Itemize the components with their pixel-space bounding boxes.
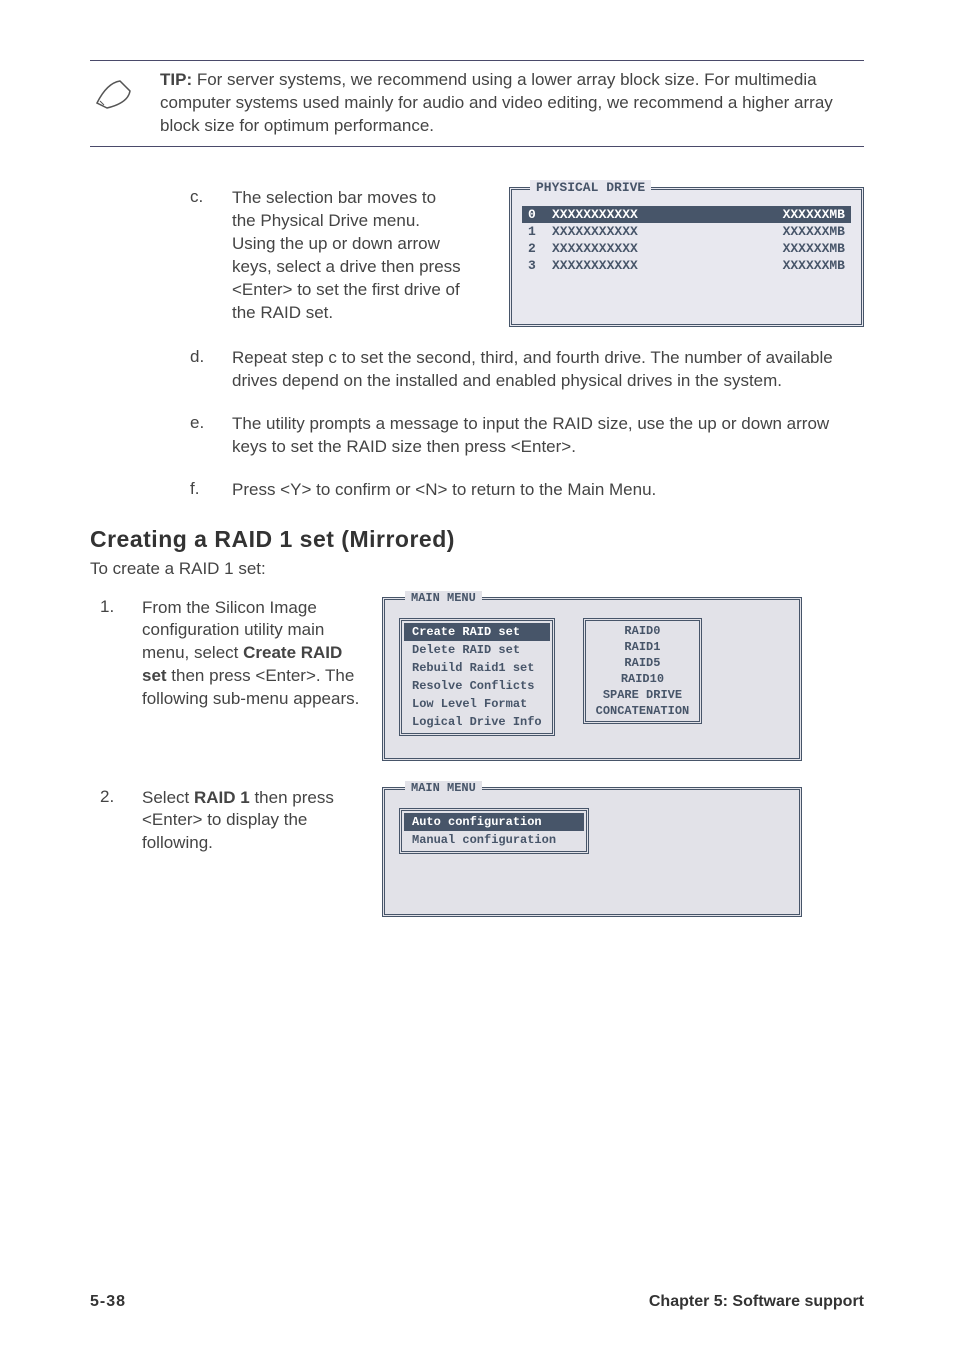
drive-index: 2: [528, 241, 544, 256]
menu-item[interactable]: Low Level Format: [404, 695, 550, 713]
pencil-icon: [90, 69, 140, 138]
panel-title: MAIN MENU: [405, 781, 482, 795]
drive-index: 3: [528, 258, 544, 273]
main-menu-panel-1: MAIN MENU Create RAID set Delete RAID se…: [382, 597, 802, 761]
step-f-row: f. Press <Y> to confirm or <N> to return…: [90, 479, 864, 502]
drive-size: XXXXXXMB: [783, 207, 845, 222]
main-menu-list: Create RAID set Delete RAID set Rebuild …: [399, 618, 555, 736]
page-footer: 5-38 Chapter 5: Software support: [90, 1293, 864, 1311]
raid-option[interactable]: RAID10: [588, 671, 698, 687]
raid-options-list: RAID0 RAID1 RAID5 RAID10 SPARE DRIVE CON…: [583, 618, 703, 724]
menu-item[interactable]: Rebuild Raid1 set: [404, 659, 550, 677]
raid-option[interactable]: RAID5: [588, 655, 698, 671]
drive-name: XXXXXXXXXXX: [544, 224, 783, 239]
menu-item-selected[interactable]: Auto configuration: [404, 813, 584, 831]
drive-row[interactable]: 2 XXXXXXXXXXX XXXXXXMB: [522, 240, 851, 257]
drive-index: 0: [528, 207, 544, 222]
menu-item[interactable]: Manual configuration: [404, 831, 584, 849]
step-letter: d.: [190, 347, 212, 393]
chapter-title: Chapter 5: Software support: [649, 1293, 864, 1311]
step-text: Select RAID 1 then press <Enter> to disp…: [142, 787, 362, 856]
step-text: The selection bar moves to the Physical …: [232, 187, 462, 325]
drive-row-selected[interactable]: 0 XXXXXXXXXXX XXXXXXMB: [522, 206, 851, 223]
physical-drive-panel: PHYSICAL DRIVE 0 XXXXXXXXXXX XXXXXXMB 1 …: [509, 187, 864, 327]
step-text: Repeat step c to set the second, third, …: [232, 347, 864, 393]
step-text: The utility prompts a message to input t…: [232, 413, 864, 459]
step-number: 1.: [100, 597, 122, 617]
section-heading: Creating a RAID 1 set (Mirrored): [90, 526, 864, 553]
step-text: From the Silicon Image configuration uti…: [142, 597, 362, 712]
step-text: Press <Y> to confirm or <N> to return to…: [232, 479, 864, 502]
drive-size: XXXXXXMB: [783, 258, 845, 273]
drive-name: XXXXXXXXXXX: [544, 207, 783, 222]
drive-index: 1: [528, 224, 544, 239]
config-mode-list: Auto configuration Manual configuration: [399, 808, 589, 854]
tip-label: TIP:: [160, 70, 192, 89]
page-number: 5-38: [90, 1293, 126, 1311]
panel-title: MAIN MENU: [405, 591, 482, 605]
step-letter: f.: [190, 479, 212, 502]
menu-item[interactable]: Logical Drive Info: [404, 713, 550, 731]
raid-option[interactable]: RAID0: [588, 623, 698, 639]
step-number: 2.: [100, 787, 122, 807]
raid-option[interactable]: RAID1: [588, 639, 698, 655]
step-e-row: e. The utility prompts a message to inpu…: [90, 413, 864, 459]
raid-option[interactable]: SPARE DRIVE: [588, 687, 698, 703]
menu-item[interactable]: Delete RAID set: [404, 641, 550, 659]
step-d-row: d. Repeat step c to set the second, thir…: [90, 347, 864, 393]
section-intro: To create a RAID 1 set:: [90, 559, 864, 579]
menu-item-selected[interactable]: Create RAID set: [404, 623, 550, 641]
drive-row[interactable]: 3 XXXXXXXXXXX XXXXXXMB: [522, 257, 851, 274]
panel-title: PHYSICAL DRIVE: [530, 180, 651, 195]
step-letter: c.: [190, 187, 212, 207]
step-c-row: c. The selection bar moves to the Physic…: [90, 187, 864, 327]
raid-option[interactable]: CONCATENATION: [588, 703, 698, 719]
tip-callout: TIP: For server systems, we recommend us…: [90, 60, 864, 147]
drive-row[interactable]: 1 XXXXXXXXXXX XXXXXXMB: [522, 223, 851, 240]
step-letter: e.: [190, 413, 212, 459]
drive-size: XXXXXXMB: [783, 241, 845, 256]
tip-text: TIP: For server systems, we recommend us…: [160, 69, 864, 138]
bold-term: RAID 1: [194, 788, 250, 807]
drive-name: XXXXXXXXXXX: [544, 241, 783, 256]
tip-body: For server systems, we recommend using a…: [160, 70, 833, 135]
num-step-2: 2. Select RAID 1 then press <Enter> to d…: [90, 787, 864, 917]
main-menu-panel-2: MAIN MENU Auto configuration Manual conf…: [382, 787, 802, 917]
num-step-1: 1. From the Silicon Image configuration …: [90, 597, 864, 761]
drive-name: XXXXXXXXXXX: [544, 258, 783, 273]
drive-size: XXXXXXMB: [783, 224, 845, 239]
menu-item[interactable]: Resolve Conflicts: [404, 677, 550, 695]
